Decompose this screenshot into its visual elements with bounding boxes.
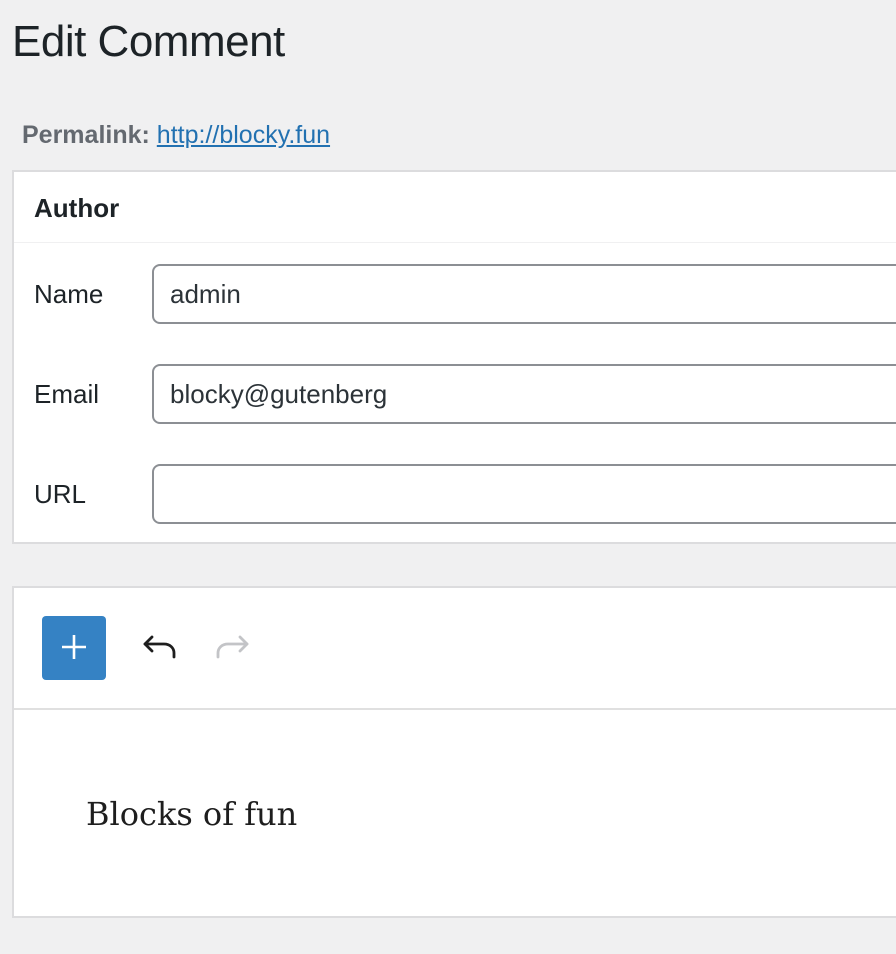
undo-button[interactable] (140, 628, 180, 668)
permalink-label: Permalink: (22, 121, 150, 149)
redo-button[interactable] (212, 628, 252, 668)
comment-editor: Blocks of fun (12, 586, 896, 918)
email-input[interactable] (152, 364, 896, 424)
email-label: Email (34, 379, 100, 409)
author-box: Author Name Email URL (12, 170, 896, 544)
redo-icon (214, 632, 250, 665)
edit-comment-page: Edit Comment Permalink: http://blocky.fu… (0, 0, 896, 954)
paragraph-block[interactable]: Blocks of fun (86, 792, 297, 836)
name-label: Name (34, 279, 104, 309)
add-block-button[interactable] (42, 616, 106, 680)
author-divider (14, 242, 896, 243)
name-input[interactable] (152, 264, 896, 324)
permalink: Permalink: http://blocky.fun (22, 118, 330, 152)
author-heading: Author (34, 193, 120, 223)
editor-toolbar (14, 588, 896, 710)
permalink-link[interactable]: http://blocky.fun (157, 121, 330, 149)
url-input[interactable] (152, 464, 896, 524)
name-row: Name (14, 264, 896, 324)
url-label: URL (34, 479, 87, 509)
page-title: Edit Comment (12, 17, 285, 66)
url-row: URL (14, 464, 896, 524)
email-row: Email (14, 364, 896, 424)
editor-content-area[interactable]: Blocks of fun (14, 710, 896, 916)
plus-icon (59, 632, 89, 665)
undo-icon (142, 632, 178, 665)
